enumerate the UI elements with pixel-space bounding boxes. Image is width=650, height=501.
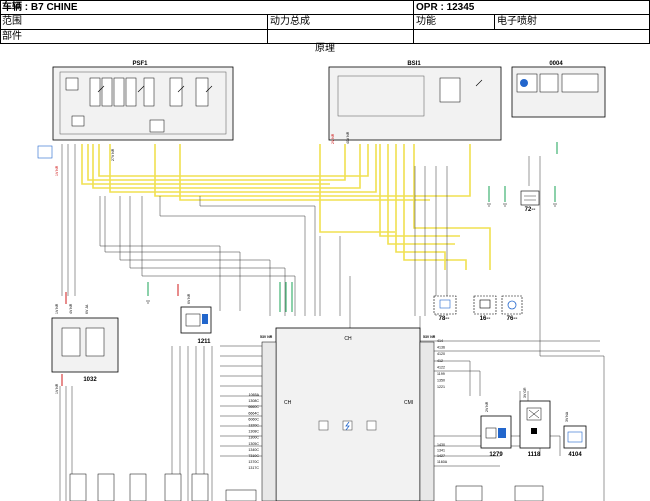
ecu-top-connector: 53V NR: [260, 335, 273, 339]
yellow-harness: [81, 144, 491, 270]
ecu-right-label: CMI: [404, 400, 413, 406]
ecu-left-pin-0: 1065A: [249, 393, 260, 397]
ecu-right-connector: 53V NR: [423, 335, 436, 339]
module-0004-title: 0004: [549, 61, 563, 67]
ecu-left-pin-9: 1340C: [248, 448, 259, 452]
vehicle-label: 车辆 :: [2, 2, 29, 13]
ecu-right-pin-low-0: 1430: [437, 443, 445, 447]
function-value: 电子喷射: [497, 16, 537, 27]
ecu-left-pin-list: 1065A 1308C 6660C 6664C 6060C 1320C 1308C 1300C…: [248, 393, 259, 470]
m1032-connector-bottom: 1V NR: [55, 383, 59, 394]
ecu-right-pin-4: 4122: [437, 365, 445, 369]
connector-72[interactable]: 72--: [520, 190, 540, 213]
ecu-left-pin-12: 1317C: [248, 466, 259, 470]
ecu-right-pin-7: 1221: [437, 385, 445, 389]
connector-16[interactable]: 16--: [473, 295, 497, 322]
ecu-right-pin-list: 414 4136 4120 412 4122 1199 1350 1221: [437, 339, 445, 389]
bsi1-title: BSI1: [407, 61, 421, 67]
diagram-caption: 原理: [315, 43, 335, 54]
opr-field: OPR : 12345: [414, 1, 650, 14]
part-label: 部件: [2, 31, 22, 42]
connector-76-label: 76--: [507, 316, 518, 322]
psf1-right-connector: 27V NR: [111, 148, 115, 161]
opr-label: OPR :: [416, 2, 444, 13]
ecu-square-icon: [318, 420, 329, 431]
ecu-left-pin-3: 6664C: [248, 411, 259, 415]
module-1279-label: 1279: [489, 452, 503, 458]
m1032-connector-a: 1V NR: [55, 303, 59, 314]
module-4104[interactable]: 4104: [563, 425, 587, 458]
sensor-icon: [567, 431, 583, 443]
ecu-right-pin-6: 1350: [437, 379, 445, 383]
function-label: 功能: [416, 16, 436, 27]
ecu-right-pin-3: 412: [437, 359, 443, 363]
bsi1-left-connector: 2V NR: [331, 133, 335, 144]
ground-icon: [146, 203, 557, 304]
header-table: 车辆 : B7 CHINE OPR : 12345 范围 动力总成 功能 电子喷…: [0, 0, 650, 44]
module-1118-label: 1118: [528, 452, 541, 458]
ecu-top-label: CH: [344, 336, 352, 342]
ecu-info-icon: [366, 420, 377, 431]
ecu-left-pin-1: 1308C: [248, 399, 259, 403]
module-1211-label: 1211: [197, 339, 211, 345]
bsi1-mid-connector: 40V NR: [346, 131, 350, 144]
wiring-schematic: PSF1 1V NR 27V NR BSI1 2V NR 40V NR 0004…: [37, 61, 606, 501]
m1118-connector: 3V GR: [523, 387, 527, 398]
gauge-icon: [520, 79, 528, 87]
ecu-left-pin-6: 1308C: [248, 430, 259, 434]
injector-icon: [202, 314, 208, 324]
ecu-right-pin-0: 414: [437, 339, 443, 343]
psf1-diag-icon: [37, 145, 53, 159]
ecu-right-pin-1: 4136: [437, 346, 445, 350]
ecu-right-pin-2: 4120: [437, 352, 445, 356]
module-1279[interactable]: 1279: [480, 415, 512, 458]
ecu-right-pin-low-2: 1427: [437, 454, 445, 458]
module-0004[interactable]: 0004: [511, 61, 606, 118]
connector-16-label: 16--: [480, 316, 491, 322]
psf1-pins: 1V NR 27V NR: [55, 148, 115, 176]
ecu-right-pin-5: 1199: [437, 372, 445, 376]
m1032-connector-b: 4V NR: [69, 303, 73, 314]
module-1032[interactable]: 1032: [51, 317, 119, 383]
scope-label: 范围: [2, 16, 22, 27]
module-1211[interactable]: 1211: [180, 306, 212, 345]
module-1032-label: 1032: [83, 377, 97, 383]
vehicle-field: 车辆 : B7 CHINE: [0, 1, 267, 14]
psf1-left-connector: 1V NR: [55, 165, 59, 176]
psf1-title: PSF1: [132, 61, 148, 67]
m1211-connector: 6V NR: [187, 293, 191, 304]
opr-value: 12345: [446, 2, 475, 13]
m1032-connector-c: 6V JA: [85, 304, 89, 314]
ecu-right-pin-low-1: 1341: [437, 449, 445, 453]
module-4104-label: 4104: [568, 452, 582, 458]
m4104-connector: 3V NA: [565, 411, 569, 422]
ecu-left-pin-4: 6060C: [248, 417, 259, 421]
ecu-left-pin-8: 1305C: [248, 442, 259, 446]
vehicle-value: B7 CHINE: [30, 2, 78, 13]
ecu-left-pin-5: 1320C: [248, 424, 259, 428]
ecu-left-pin-10: 7310C: [248, 454, 259, 458]
ecu-left-label: CH: [284, 400, 292, 406]
module-1118[interactable]: 1118: [519, 400, 551, 458]
ecu-left-pin-11: 1370C: [248, 460, 259, 464]
scope-value: 动力总成: [270, 16, 310, 27]
m1279-connector: 2V NR: [485, 401, 489, 412]
connector-78[interactable]: 78--: [433, 295, 457, 322]
connector-72-label: 72--: [525, 207, 536, 213]
ecu-right-pin-low-3: 1160A: [437, 460, 448, 464]
engine-ecu[interactable]: CH CH CMI 53V NR 53V NR: [260, 327, 436, 501]
ecu-left-pin-7: 1300C: [248, 436, 259, 440]
bsi1-module[interactable]: BSI1: [328, 61, 502, 141]
psf1-module[interactable]: PSF1: [52, 61, 234, 141]
connector-78-label: 78--: [439, 316, 450, 322]
ecu-left-pin-2: 6660C: [248, 405, 259, 409]
connector-76[interactable]: 76--: [501, 295, 523, 322]
